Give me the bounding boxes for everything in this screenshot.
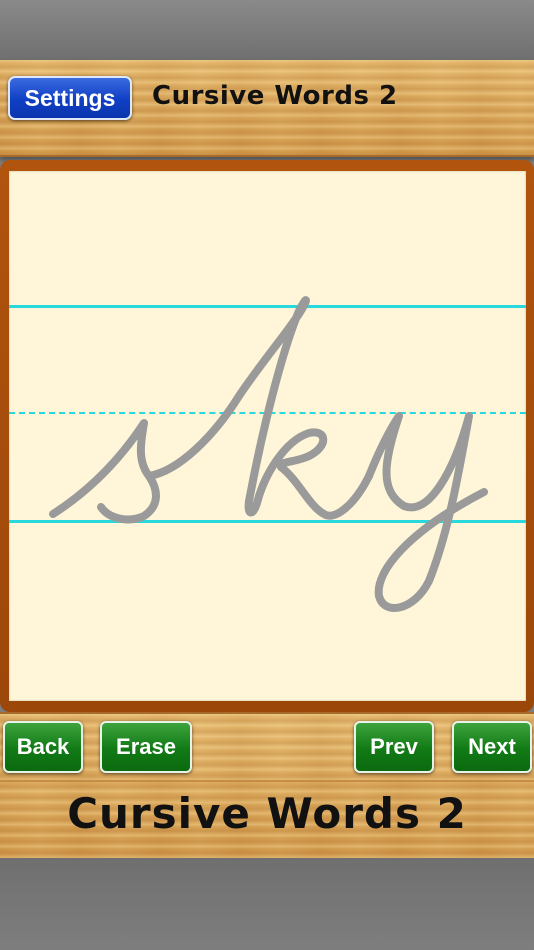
bottom-gray-area (0, 858, 534, 950)
settings-button[interactable]: Settings (8, 76, 132, 120)
status-bar-area (0, 0, 534, 60)
next-button[interactable]: Next (452, 721, 532, 773)
writing-paper[interactable] (9, 171, 526, 701)
cursive-word-sky (49, 296, 488, 612)
toolbar-divider (0, 780, 534, 782)
top-toolbar: Settings Cursive Words 2 (0, 60, 534, 157)
footer-title: Cursive Words 2 (67, 789, 467, 838)
erase-button[interactable]: Erase (100, 721, 192, 773)
prev-button[interactable]: Prev (354, 721, 434, 773)
writing-board (0, 160, 534, 712)
bottom-toolbar: Back Erase Prev Next Cursive Words 2 (0, 712, 534, 860)
page-title: Cursive Words 2 (152, 81, 398, 111)
back-button[interactable]: Back (3, 721, 83, 773)
